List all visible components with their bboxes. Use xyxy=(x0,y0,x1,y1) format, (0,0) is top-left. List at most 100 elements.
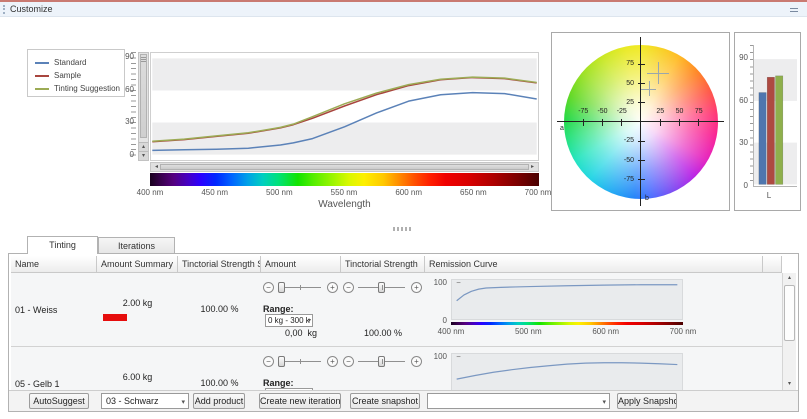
lab-color-wheel-panel: -75-75-50-50-25-25252550507575ab xyxy=(551,32,730,211)
sample-line-swatch xyxy=(35,75,49,77)
toolbar-menu-icon[interactable] xyxy=(790,8,798,12)
color-position-crosshair-icon xyxy=(641,81,656,96)
product-name: 01 - Weiss xyxy=(11,273,97,346)
autosuggest-button[interactable]: AutoSuggest xyxy=(29,393,89,409)
slider-thumb[interactable] xyxy=(378,282,385,293)
b-axis-tick-label: 25 xyxy=(610,99,634,106)
column-header-amount[interactable]: Amount xyxy=(261,256,341,272)
chart-vertical-scrollbar[interactable]: ▴ ▾ xyxy=(138,52,149,161)
plus-circle-icon[interactable]: + xyxy=(327,356,338,367)
range-select[interactable]: 0 kg - 300 k▾ xyxy=(265,314,313,327)
table-row[interactable]: 05 - Gelb 1 6.00 kg 100.00 % − xyxy=(11,347,782,390)
minus-circle-icon[interactable]: − xyxy=(263,282,274,293)
create-new-iteration-button[interactable]: Create new iteration xyxy=(259,393,341,409)
table-scrollbar-thumb[interactable] xyxy=(784,285,795,341)
minus-circle-icon[interactable]: − xyxy=(343,356,354,367)
tab-tinting[interactable]: Tinting xyxy=(27,236,98,254)
scroll-up-icon[interactable]: ▴ xyxy=(783,273,796,284)
spectral-y-tick-label: 30 xyxy=(108,117,134,126)
b-axis-tick-label: 75 xyxy=(610,60,634,67)
slider-track[interactable] xyxy=(358,361,405,362)
slider-thumb[interactable] xyxy=(278,282,285,293)
vertical-scrollbar-thumb[interactable] xyxy=(140,54,147,138)
apply-snapshot-button[interactable]: Apply Snapshot xyxy=(617,393,677,409)
b-axis-tick-label: -25 xyxy=(610,137,634,144)
column-header-amount-summary[interactable]: Amount Summary xyxy=(97,256,178,272)
spectral-y-tick-label: 90 xyxy=(108,52,134,61)
a-axis-tick xyxy=(660,119,661,126)
column-header-tinctorial-strength-summary[interactable]: Tinctorial Strength Su... xyxy=(178,256,261,272)
splitter-handle[interactable] xyxy=(393,227,411,231)
strength-slider: − + xyxy=(341,281,425,294)
chart-horizontal-scrollbar[interactable]: ◂ ▸ xyxy=(150,162,539,172)
snapshot-select[interactable]: ▾ xyxy=(427,393,610,409)
plus-circle-icon[interactable]: + xyxy=(411,282,422,293)
remission-x-tick-label: 400 nm xyxy=(433,327,469,336)
tinting-table-panel: Name Amount Summary Tinctorial Strength … xyxy=(8,253,799,412)
remission-x-tick-label: 600 nm xyxy=(588,327,624,336)
range-label: Range: xyxy=(263,304,294,314)
amount-summary-value: 6.00 kg xyxy=(97,372,178,382)
remission-x-tick-label: 700 nm xyxy=(665,327,701,336)
customize-toolbar: Customize xyxy=(0,2,807,17)
a-axis-tick-label: -25 xyxy=(610,108,634,115)
spectral-x-tick-label: 600 nm xyxy=(389,188,429,197)
tinting-suggestion-line-swatch xyxy=(35,88,49,90)
chevron-down-icon: ▾ xyxy=(308,315,311,327)
legend-label: Standard xyxy=(54,58,86,67)
spectral-x-tick-label: 550 nm xyxy=(324,188,364,197)
scroll-up-icon[interactable]: ▴ xyxy=(139,142,148,151)
plus-circle-icon[interactable]: + xyxy=(411,356,422,367)
lightness-panel: 0306090L xyxy=(734,32,801,211)
b-axis-tick xyxy=(638,102,645,103)
scroll-down-icon[interactable]: ▾ xyxy=(783,379,796,390)
lab-color-wheel[interactable] xyxy=(564,45,718,199)
remission-curve-plot xyxy=(451,353,683,390)
a-axis-tick xyxy=(621,119,622,126)
plus-circle-icon[interactable]: + xyxy=(327,282,338,293)
b-axis-tick-label: -75 xyxy=(610,176,634,183)
scroll-down-icon[interactable]: ▾ xyxy=(139,151,148,160)
b-axis-label: b xyxy=(645,195,649,202)
slider-track[interactable] xyxy=(278,287,321,288)
table-vertical-scrollbar[interactable]: ▴ ▾ xyxy=(782,273,796,390)
table-row[interactable]: 01 - Weiss 2.00 kg 100.00 % − xyxy=(11,273,782,347)
minus-circle-icon[interactable]: − xyxy=(343,282,354,293)
strength-slider: − + xyxy=(341,355,425,368)
spectral-x-tick-label: 400 nm xyxy=(130,188,170,197)
spectral-y-tick-label: 60 xyxy=(108,85,134,94)
tab-iterations[interactable]: Iterations xyxy=(98,237,175,254)
product-name: 05 - Gelb 1 xyxy=(11,347,97,390)
b-axis-tick xyxy=(638,179,645,180)
a-axis-tick xyxy=(698,119,699,126)
create-snapshot-button[interactable]: Create snapshot xyxy=(350,393,420,409)
lightness-bar-chart xyxy=(753,45,797,187)
slider-thumb[interactable] xyxy=(278,356,285,367)
upper-charts-area: Standard Sample Tinting Suggestion ▴ ▾ ◂… xyxy=(0,17,807,419)
b-axis-tick xyxy=(638,64,645,65)
add-product-button[interactable]: Add product xyxy=(193,393,245,409)
remission-y-tick-label: 0 xyxy=(425,316,447,325)
column-header-extra xyxy=(763,256,782,272)
column-header-tinctorial-strength[interactable]: Tinctorial Strength xyxy=(341,256,425,272)
toolbar-grip-icon[interactable] xyxy=(3,5,6,14)
b-axis-tick-label: 50 xyxy=(610,80,634,87)
slider-thumb[interactable] xyxy=(378,356,385,367)
slider-track[interactable] xyxy=(278,361,321,362)
a-axis-label: a xyxy=(560,125,564,132)
strength-summary-value: 100.00 % xyxy=(178,378,261,388)
spectral-x-tick-label: 500 nm xyxy=(259,188,299,197)
horizontal-scrollbar-thumb[interactable] xyxy=(160,164,529,170)
l-y-tick-label: 90 xyxy=(735,53,748,62)
spectral-y-tick-label: 0 xyxy=(108,150,134,159)
scroll-right-icon[interactable]: ▸ xyxy=(528,163,537,171)
remission-curve-plot xyxy=(451,279,683,320)
column-header-remission-curve[interactable]: Remission Curve xyxy=(425,256,763,272)
strength-value: 100.00 % xyxy=(341,328,425,338)
amount-bar xyxy=(103,314,127,321)
product-select[interactable]: 03 - Schwarz▾ xyxy=(101,393,189,409)
amount-summary-value: 2.00 kg xyxy=(97,298,178,308)
column-header-name[interactable]: Name xyxy=(11,256,97,272)
slider-track[interactable] xyxy=(358,287,405,288)
minus-circle-icon[interactable]: − xyxy=(263,356,274,367)
